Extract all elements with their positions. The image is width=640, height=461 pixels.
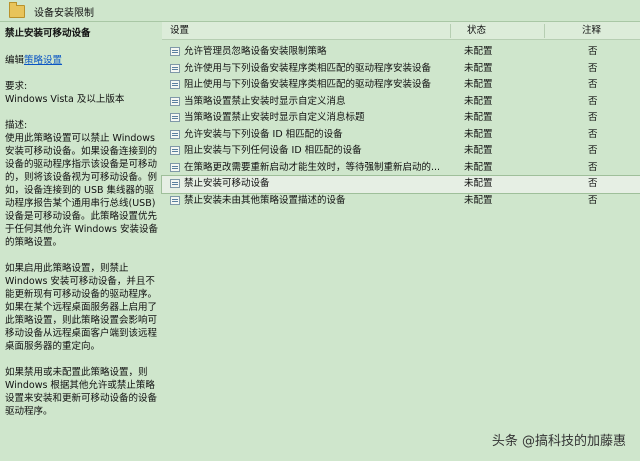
row-state: 未配置 [464,194,493,206]
policy-icon [170,179,180,188]
row-state: 未配置 [464,161,493,173]
row-state: 未配置 [464,112,493,123]
policy-heading: 禁止安装可移动设备 [5,28,91,39]
row-name: 当策略设置禁止安装时显示自定义消息标题 [184,112,365,123]
row-comment: 否 [588,62,598,74]
row-comment: 否 [588,145,598,156]
row-name: 允许使用与下列设备安装程序类相匹配的驱动程序安装设备 [184,62,432,74]
row-name: 当策略设置禁止安装时显示自定义消息 [184,95,346,107]
policy-icon [170,129,180,139]
table-row[interactable]: 当策略设置禁止安装时显示自定义消息 未配置 否 [162,94,640,111]
table-row[interactable]: 允许使用与下列设备安装程序类相匹配的驱动程序安装设备 未配置 否 [162,61,640,78]
table-header: 设置 状态 注释 [162,22,640,40]
row-name: 阻止使用与下列设备安装程序类相匹配的驱动程序安装设备 [184,79,432,90]
edit-line: 编辑策略设置 [5,54,158,67]
window-title: 设备安装限制 [34,7,94,19]
policy-icon [170,195,180,205]
row-comment: 否 [588,194,598,206]
row-name: 在策略更改需要重新启动才能生效时，等待强制重新启动的... [184,161,441,173]
row-comment: 否 [588,161,598,173]
table-row[interactable]: 允许管理员忽略设备安装限制策略 未配置 否 [162,44,640,61]
policy-icon [170,162,180,172]
settings-list: 设置 状态 注释 允许管理员忽略设备安装限制策略 未配置 否 允许使用与下列设备… [161,22,640,461]
row-state: 未配置 [464,178,493,189]
row-state: 未配置 [464,128,493,140]
description-paragraph-1: 使用此策略设置可以禁止 Windows 安装可移动设备。如果设备连接到的设备的驱… [5,133,158,248]
row-state: 未配置 [464,95,493,107]
policy-icon [170,113,180,122]
requirement-value: Windows Vista 及以上版本 [5,94,125,105]
row-comment: 否 [588,128,598,140]
row-name: 阻止安装与下列任何设备 ID 相匹配的设备 [184,145,362,156]
row-comment: 否 [588,95,598,107]
policy-icon [170,96,180,106]
row-comment: 否 [588,178,598,189]
table-row[interactable]: 允许安装与下列设备 ID 相匹配的设备 未配置 否 [162,127,640,144]
row-state: 未配置 [464,145,493,156]
policy-icon [170,146,180,155]
row-comment: 否 [588,79,598,90]
table-row[interactable]: 当策略设置禁止安装时显示自定义消息标题 未配置 否 [162,110,640,127]
header-state[interactable]: 状态 [467,22,486,40]
row-name: 允许安装与下列设备 ID 相匹配的设备 [184,128,343,140]
row-state: 未配置 [464,62,493,74]
policy-icon [170,63,180,73]
policy-icon [170,80,180,89]
table-row[interactable]: 阻止使用与下列设备安装程序类相匹配的驱动程序安装设备 未配置 否 [162,77,640,94]
column-divider[interactable] [450,24,451,38]
description-panel: 禁止安装可移动设备 编辑策略设置 要求: Windows Vista 及以上版本… [0,22,162,461]
title-bar: 设备安装限制 [0,0,640,22]
watermark-text: 头条 @搞科技的加藤惠 [491,434,626,449]
table-row[interactable]: 阻止安装与下列任何设备 ID 相匹配的设备 未配置 否 [162,143,640,160]
header-setting[interactable]: 设置 [170,22,189,40]
header-comment[interactable]: 注释 [582,22,601,40]
description-paragraph-3: 如果禁用或未配置此策略设置，则 Windows 根据其他允许或禁止策略设置来安装… [5,367,158,417]
edit-prefix: 编辑 [5,55,25,66]
row-comment: 否 [588,112,598,123]
row-name: 禁止安装未由其他策略设置描述的设备 [184,194,346,206]
table-row-selected[interactable]: 禁止安装可移动设备 未配置 否 [161,175,640,194]
table-body: 允许管理员忽略设备安装限制策略 未配置 否 允许使用与下列设备安装程序类相匹配的… [161,44,640,210]
row-name: 禁止安装可移动设备 [184,178,270,189]
policy-icon [170,47,180,56]
row-comment: 否 [588,46,598,57]
folder-icon [9,1,25,18]
description-label: 描述: [5,120,28,131]
row-state: 未配置 [464,79,493,90]
description-paragraph-2: 如果启用此策略设置，则禁止 Windows 安装可移动设备，并且不能更新现有可移… [5,263,158,352]
table-row[interactable]: 禁止安装未由其他策略设置描述的设备 未配置 否 [162,193,640,210]
row-name: 允许管理员忽略设备安装限制策略 [184,46,327,57]
row-state: 未配置 [464,46,493,57]
requirement-label: 要求: [5,81,28,92]
edit-policy-link[interactable]: 策略设置 [24,55,62,66]
column-divider[interactable] [544,24,545,38]
table-row[interactable]: 在策略更改需要重新启动才能生效时，等待强制重新启动的... 未配置 否 [162,160,640,177]
